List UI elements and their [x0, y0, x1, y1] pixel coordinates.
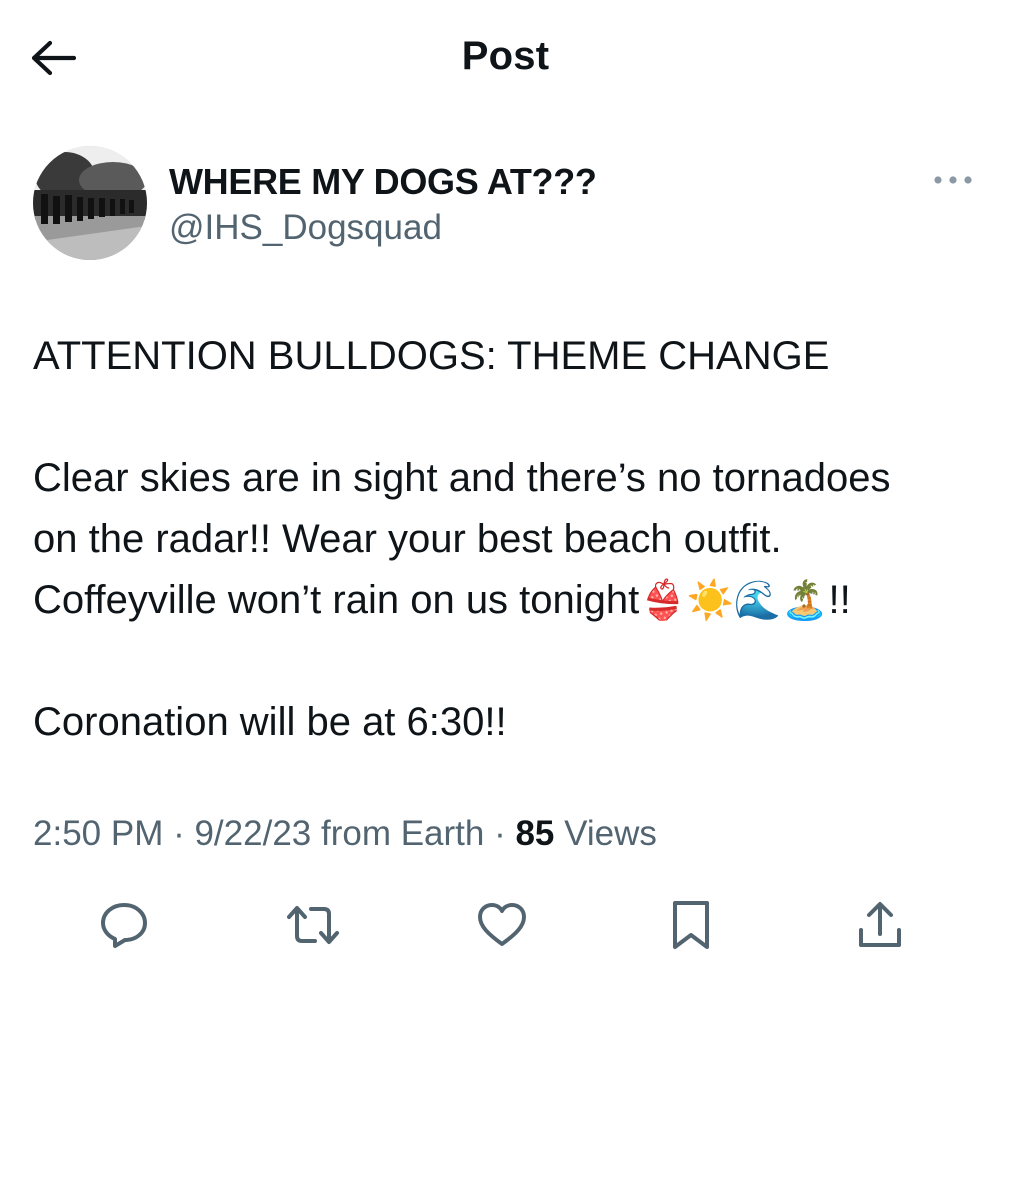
like-icon [478, 903, 526, 946]
separator: · [163, 814, 195, 853]
more-horizontal-icon [934, 176, 972, 184]
post-line: Coronation will be at 6:30!! [33, 700, 507, 744]
retweet-icon [287, 906, 339, 944]
post-line-end: !! [828, 578, 851, 622]
post-date-source[interactable]: 9/22/23 from Earth [194, 814, 484, 853]
bookmark-button[interactable] [661, 895, 721, 955]
share-button[interactable] [850, 895, 910, 955]
emoji-group: 👙☀️🌊🏝️ [639, 578, 829, 622]
post-time[interactable]: 2:50 PM [33, 814, 163, 853]
views-count[interactable]: 85 [515, 814, 554, 853]
post-line: Coffeyville won’t rain on us tonight👙☀️🌊… [33, 570, 983, 631]
post-text: ATTENTION BULLDOGS: THEME CHANGE Clear s… [33, 326, 983, 753]
avatar-image [33, 146, 147, 260]
page-title: Post [461, 34, 550, 78]
bookmark-icon [673, 901, 709, 949]
views-label[interactable]: Views [554, 814, 657, 853]
reply-icon [101, 903, 147, 948]
reply-button[interactable] [94, 895, 154, 955]
avatar[interactable] [33, 146, 147, 260]
like-button[interactable] [472, 895, 532, 955]
post-meta: 2:50 PM · 9/22/23 from Earth · 85 Views [33, 812, 657, 856]
separator: · [484, 814, 516, 853]
share-icon [859, 902, 901, 947]
more-options-button[interactable] [931, 168, 975, 192]
post-line: ATTENTION BULLDOGS: THEME CHANGE [33, 334, 830, 378]
post-line: Clear skies are in sight and there’s no … [33, 456, 891, 500]
retweet-button[interactable] [283, 895, 343, 955]
post-line: on the radar!! Wear your best beach outf… [33, 517, 782, 561]
post-line-text: Coffeyville won’t rain on us tonight [33, 578, 640, 622]
post-author: WHERE MY DOGS AT??? @IHS_Dogsquad [33, 146, 983, 262]
top-bar: Post [0, 0, 1011, 118]
display-name[interactable]: WHERE MY DOGS AT??? [169, 160, 597, 204]
user-handle[interactable]: @IHS_Dogsquad [169, 206, 597, 250]
action-bar [0, 895, 1011, 955]
